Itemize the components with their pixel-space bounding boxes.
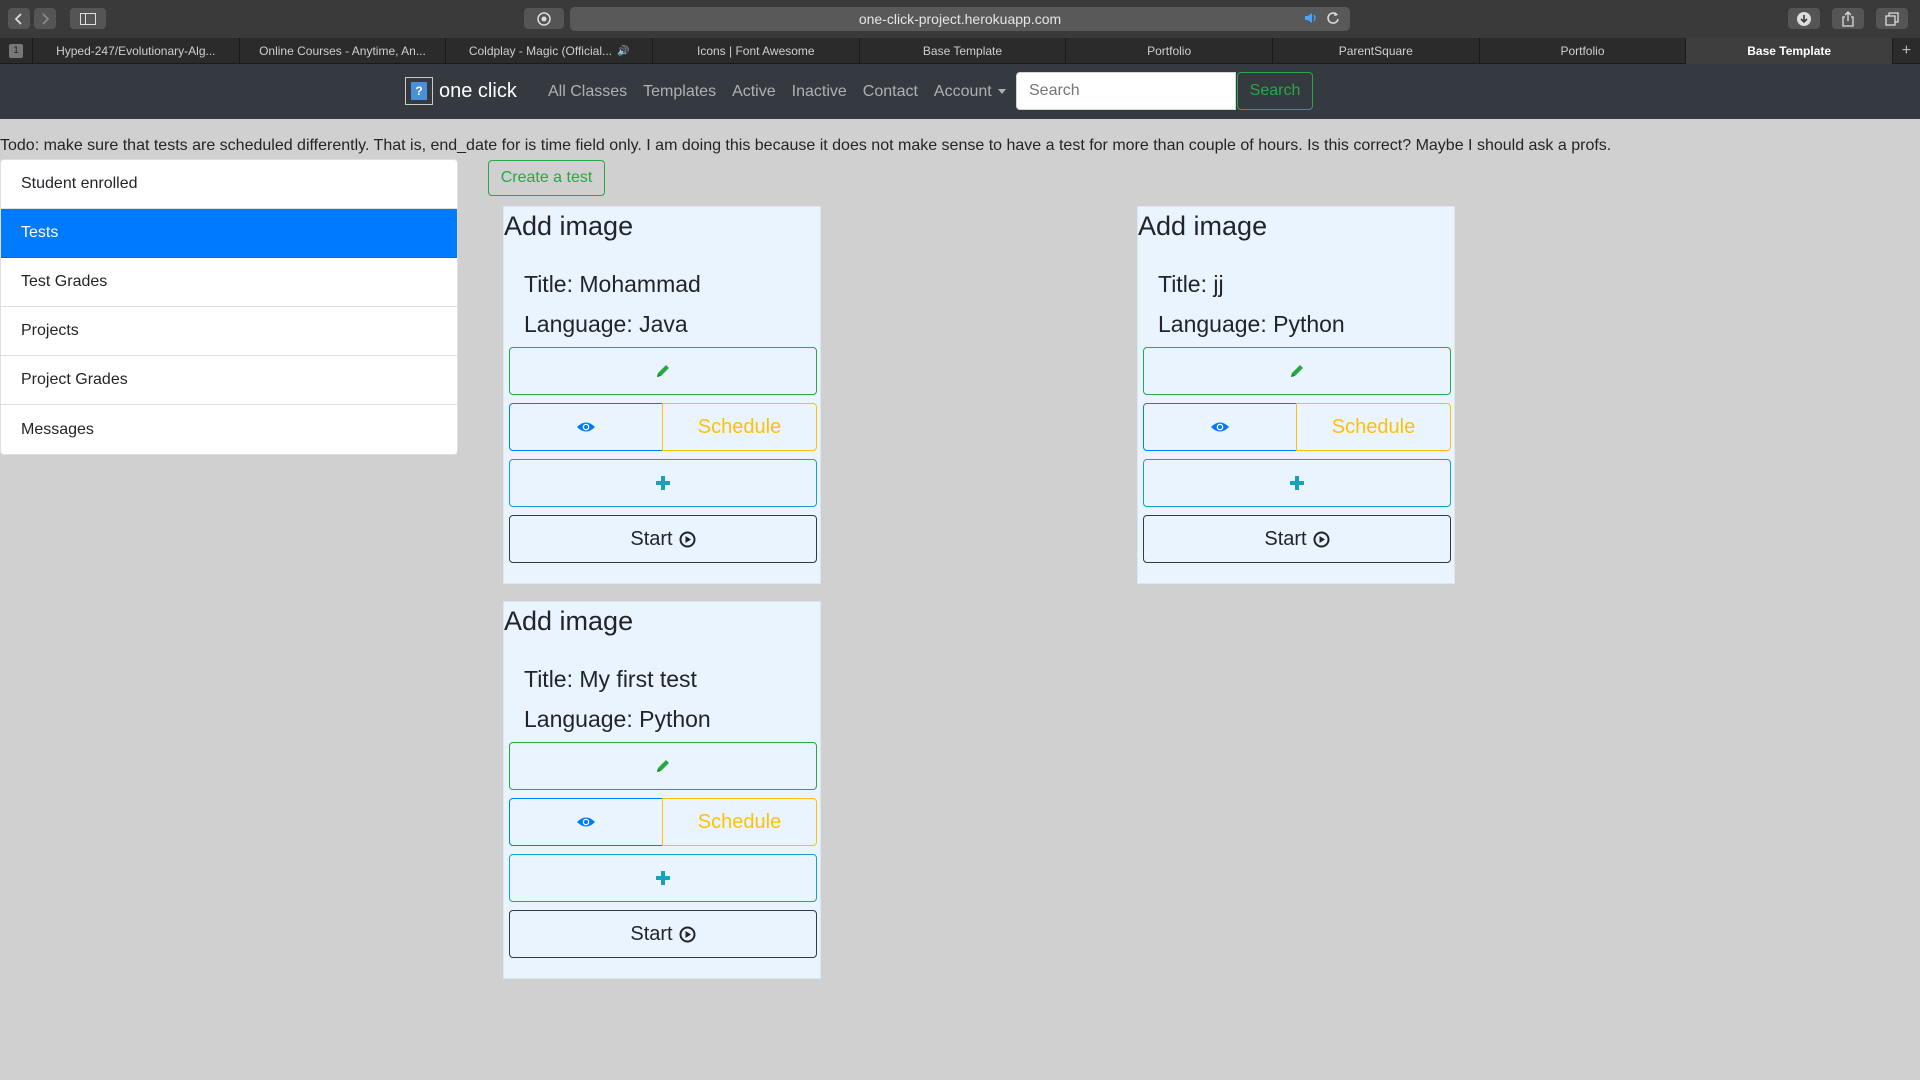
browser-tab[interactable]: Portfolio [1478, 38, 1686, 64]
add-image-heading[interactable]: Add image [1138, 211, 1267, 242]
site-navbar: ? one click All Classes Templates Active… [0, 64, 1920, 119]
browser-tab[interactable]: Coldplay - Magic (Official... 🔊 [445, 38, 652, 64]
start-test-button[interactable]: Start [1143, 515, 1451, 563]
share-button[interactable] [1832, 8, 1864, 29]
view-test-button[interactable] [509, 403, 663, 451]
forward-button[interactable] [34, 8, 56, 29]
sidebar-item-project-grades[interactable]: Project Grades [1, 356, 457, 405]
start-test-button[interactable]: Start [509, 910, 817, 958]
add-question-button[interactable] [509, 459, 817, 507]
show-tabs-button[interactable] [1876, 8, 1908, 29]
view-test-button[interactable] [509, 798, 663, 846]
sidebar-list: Student enrolled Tests Test Grades Proje… [0, 159, 458, 455]
downloads-button[interactable] [1788, 8, 1820, 29]
browser-titlebar: one-click-project.herokuapp.com [0, 0, 1920, 38]
schedule-button[interactable]: Schedule [1296, 403, 1451, 451]
search-input[interactable] [1016, 72, 1236, 110]
plus-icon [656, 871, 670, 885]
test-card: Add image Title: Mohammad Language: Java… [503, 206, 821, 584]
speaker-icon[interactable] [1304, 11, 1320, 25]
browser-tab-active[interactable]: Base Template [1685, 38, 1892, 64]
privacy-report-button[interactable] [524, 8, 564, 29]
browser-tab[interactable]: Icons | Font Awesome [651, 38, 859, 64]
eye-icon [577, 817, 595, 827]
sidebar-item-test-grades[interactable]: Test Grades [1, 258, 457, 307]
plus-icon [656, 476, 670, 490]
browser-tab[interactable]: Online Courses - Anytime, An... [238, 38, 446, 64]
tabs-icon [1885, 11, 1899, 26]
add-question-button[interactable] [1143, 459, 1451, 507]
schedule-button[interactable]: Schedule [662, 403, 817, 451]
browser-tab[interactable]: Portfolio [1065, 38, 1272, 64]
play-circle-icon [679, 531, 696, 547]
start-label: Start [1264, 527, 1307, 550]
chevron-right-icon [42, 12, 50, 25]
reload-icon[interactable] [1326, 11, 1340, 25]
test-language: Language: Python [524, 706, 711, 732]
tab-count-badge[interactable]: 1 [0, 38, 32, 63]
test-language: Language: Java [524, 311, 688, 337]
test-title: Title: jj [1158, 271, 1224, 297]
browser-tab[interactable]: Base Template [858, 38, 1066, 64]
nav-active[interactable]: Active [724, 83, 784, 101]
nav-contact[interactable]: Contact [855, 83, 926, 101]
tab-speaker-icon[interactable]: 🔊 [617, 46, 629, 57]
nav-templates[interactable]: Templates [635, 83, 724, 101]
add-question-button[interactable] [509, 854, 817, 902]
schedule-button[interactable]: Schedule [662, 798, 817, 846]
new-tab-button[interactable]: + [1892, 38, 1920, 63]
edit-test-button[interactable] [1143, 347, 1451, 395]
view-test-button[interactable] [1143, 403, 1297, 451]
play-circle-icon [679, 926, 696, 942]
eye-icon [1211, 422, 1229, 432]
search-button[interactable]: Search [1237, 72, 1313, 110]
test-card: Add image Title: My first test Language:… [503, 601, 821, 979]
add-image-heading[interactable]: Add image [504, 606, 633, 637]
url-text: one-click-project.herokuapp.com [858, 11, 1062, 27]
pencil-icon [657, 365, 669, 377]
nav-all-classes[interactable]: All Classes [540, 83, 635, 101]
start-test-button[interactable]: Start [509, 515, 817, 563]
sidebar-item-student-enrolled[interactable]: Student enrolled [1, 160, 457, 209]
sidebar-item-messages[interactable]: Messages [1, 405, 457, 454]
create-test-button[interactable]: Create a test [488, 160, 605, 196]
edit-test-button[interactable] [509, 742, 817, 790]
back-button[interactable] [8, 8, 30, 29]
test-language: Language: Python [1158, 311, 1345, 337]
pencil-icon [1291, 365, 1303, 377]
play-circle-icon [1313, 531, 1330, 547]
pencil-icon [657, 760, 669, 772]
test-title: Title: Mohammad [524, 271, 701, 297]
download-icon [1797, 11, 1811, 26]
brand-name: one click [439, 79, 517, 102]
address-bar[interactable]: one-click-project.herokuapp.com [570, 7, 1350, 31]
sidebar-icon [80, 12, 96, 25]
chevron-left-icon [14, 12, 22, 25]
shield-icon [537, 11, 551, 26]
plus-icon [1290, 476, 1304, 490]
edit-test-button[interactable] [509, 347, 817, 395]
account-label: Account [933, 82, 992, 100]
sidebar-item-tests[interactable]: Tests [1, 209, 457, 258]
nav-links: All Classes Templates Active Inactive Co… [540, 64, 1014, 119]
share-icon [1842, 10, 1854, 27]
sidebar-toggle-button[interactable] [70, 8, 106, 29]
test-card: Add image Title: jj Language: Python Sch… [1137, 206, 1455, 584]
start-label: Start [630, 922, 673, 945]
browser-tab[interactable]: ParentSquare [1271, 38, 1479, 64]
caret-down-icon [997, 88, 1006, 94]
browser-tab[interactable]: Hyped-247/Evolutionary-Alg... [31, 38, 239, 64]
start-label: Start [630, 527, 673, 550]
nav-inactive[interactable]: Inactive [784, 83, 855, 101]
account-dropdown[interactable]: Account [926, 83, 1014, 101]
add-image-heading[interactable]: Add image [504, 211, 633, 242]
todo-note: Todo: make sure that tests are scheduled… [0, 137, 1612, 154]
brand-logo-icon: ? [405, 77, 433, 105]
test-title: Title: My first test [524, 666, 697, 692]
sidebar-item-projects[interactable]: Projects [1, 307, 457, 356]
eye-icon [577, 422, 595, 432]
brand-link[interactable]: ? one click [405, 77, 517, 105]
browser-tabbar: 1 Hyped-247/Evolutionary-Alg... Online C… [0, 38, 1920, 64]
